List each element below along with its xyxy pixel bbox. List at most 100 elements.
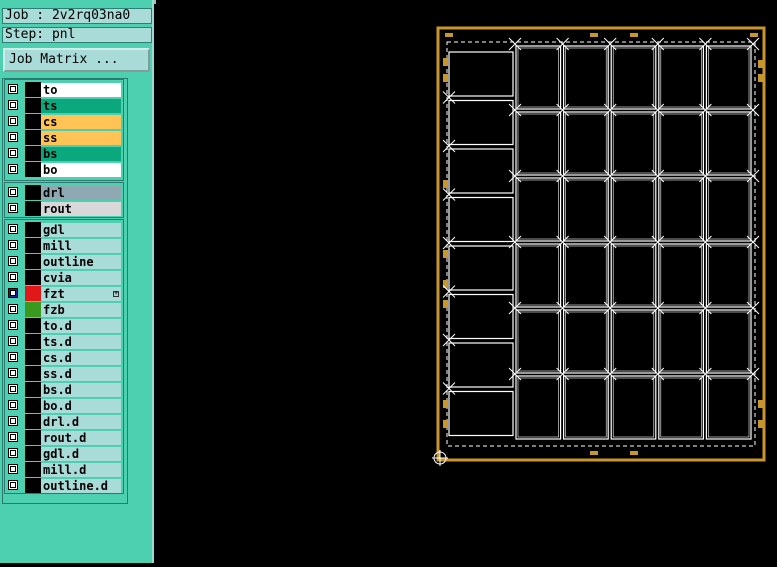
layer-name[interactable]: outline — [41, 255, 121, 269]
layer-visibility-checkbox[interactable] — [8, 203, 18, 213]
layer-name[interactable]: gdl.d — [41, 447, 121, 461]
layer-color-swatch[interactable] — [25, 130, 41, 145]
layer-color-swatch[interactable] — [25, 254, 41, 269]
layer-visibility-checkbox[interactable] — [8, 368, 18, 378]
layer-row-rout-d[interactable]: rout.d — [5, 430, 123, 446]
layer-name[interactable]: ss.d — [41, 367, 121, 381]
layer-visibility-checkbox[interactable] — [8, 448, 18, 458]
layer-name[interactable]: rout.d — [41, 431, 121, 445]
layer-name[interactable]: ts.d — [41, 335, 121, 349]
layer-visibility-checkbox[interactable] — [8, 384, 18, 394]
layer-row-cs-d[interactable]: cs.d — [5, 350, 123, 366]
layer-row-gdl[interactable]: gdl — [5, 222, 123, 238]
layer-name[interactable]: bo — [41, 163, 121, 177]
layer-name[interactable]: ss — [41, 131, 121, 145]
layer-name[interactable]: mill.d — [41, 463, 121, 477]
layer-row-ts[interactable]: ts — [5, 98, 123, 114]
layer-name[interactable]: cs — [41, 115, 121, 129]
layer-row-bo-d[interactable]: bo.d — [5, 398, 123, 414]
layer-visibility-checkbox[interactable] — [8, 187, 18, 197]
layer-row-fzt[interactable]: fzt + — [5, 286, 123, 302]
layer-name[interactable]: bs — [41, 147, 121, 161]
layer-color-swatch[interactable] — [25, 350, 41, 365]
layer-color-swatch[interactable] — [25, 446, 41, 461]
layer-name[interactable]: rout — [41, 202, 121, 216]
layer-row-outline[interactable]: outline — [5, 254, 123, 270]
layer-row-mill[interactable]: mill — [5, 238, 123, 254]
layer-name[interactable]: ts — [41, 99, 121, 113]
layer-visibility-checkbox[interactable] — [8, 480, 18, 490]
layer-visibility-checkbox[interactable] — [8, 464, 18, 474]
layer-color-swatch[interactable] — [25, 334, 41, 349]
layer-visibility-checkbox[interactable] — [8, 224, 18, 234]
layer-visibility-checkbox[interactable] — [8, 432, 18, 442]
layer-row-fzb[interactable]: fzb — [5, 302, 123, 318]
job-matrix-button[interactable]: Job Matrix ... — [3, 48, 150, 72]
layer-name[interactable]: to.d — [41, 319, 121, 333]
layer-color-swatch[interactable] — [25, 398, 41, 413]
layer-row-bo[interactable]: bo — [5, 162, 123, 178]
layer-row-ss-d[interactable]: ss.d — [5, 366, 123, 382]
layer-row-drl[interactable]: drl — [5, 185, 123, 201]
layer-visibility-checkbox[interactable] — [8, 84, 18, 94]
layer-name[interactable]: cs.d — [41, 351, 121, 365]
layer-color-swatch[interactable] — [25, 414, 41, 429]
layer-color-swatch[interactable] — [25, 270, 41, 285]
layer-color-swatch[interactable] — [25, 318, 41, 333]
layer-name[interactable]: fzt + — [41, 287, 121, 301]
layer-color-swatch[interactable] — [25, 114, 41, 129]
layer-visibility-checkbox[interactable] — [8, 416, 18, 426]
layer-name[interactable]: gdl — [41, 223, 121, 237]
layer-visibility-checkbox[interactable] — [8, 304, 18, 314]
layer-row-gdl-d[interactable]: gdl.d — [5, 446, 123, 462]
layer-row-drl-d[interactable]: drl.d — [5, 414, 123, 430]
layer-name[interactable]: drl.d — [41, 415, 121, 429]
layer-color-swatch[interactable] — [25, 201, 41, 216]
layer-visibility-checkbox[interactable] — [8, 320, 18, 330]
layer-visibility-checkbox[interactable] — [8, 256, 18, 266]
layer-color-swatch[interactable] — [25, 430, 41, 445]
layer-color-swatch[interactable] — [25, 222, 41, 237]
layer-name[interactable]: bo.d — [41, 399, 121, 413]
layer-visibility-checkbox[interactable] — [8, 400, 18, 410]
layer-row-rout[interactable]: rout — [5, 201, 123, 217]
layer-name[interactable]: outline.d — [41, 479, 121, 493]
layer-name[interactable]: to — [41, 83, 121, 97]
layer-row-outline-d[interactable]: outline.d — [5, 478, 123, 494]
layer-color-swatch[interactable] — [25, 146, 41, 161]
layer-name[interactable]: bs.d — [41, 383, 121, 397]
layer-visibility-checkbox[interactable] — [8, 148, 18, 158]
layer-color-swatch[interactable] — [25, 185, 41, 200]
layer-color-swatch[interactable] — [25, 162, 41, 177]
layer-name[interactable]: cvia — [41, 271, 121, 285]
layer-color-swatch[interactable] — [25, 462, 41, 477]
layer-row-ts-d[interactable]: ts.d — [5, 334, 123, 350]
layer-color-swatch[interactable] — [25, 478, 41, 493]
layer-name[interactable]: fzb — [41, 303, 121, 317]
layer-color-swatch[interactable] — [25, 286, 41, 301]
layer-visibility-checkbox[interactable] — [8, 240, 18, 250]
layer-visibility-checkbox[interactable] — [8, 164, 18, 174]
layer-row-cvia[interactable]: cvia — [5, 270, 123, 286]
layer-row-to[interactable]: to — [5, 82, 123, 98]
layer-color-swatch[interactable] — [25, 82, 41, 97]
layer-color-swatch[interactable] — [25, 238, 41, 253]
layer-visibility-checkbox[interactable] — [8, 116, 18, 126]
layer-row-bs[interactable]: bs — [5, 146, 123, 162]
layer-name[interactable]: mill — [41, 239, 121, 253]
layer-color-swatch[interactable] — [25, 382, 41, 397]
layer-name[interactable]: drl — [41, 186, 121, 200]
layer-color-swatch[interactable] — [25, 366, 41, 381]
layer-visibility-checkbox[interactable] — [8, 100, 18, 110]
layer-visibility-checkbox[interactable] — [8, 352, 18, 362]
layer-visibility-checkbox[interactable] — [8, 336, 18, 346]
layer-row-to-d[interactable]: to.d — [5, 318, 123, 334]
layer-row-mill-d[interactable]: mill.d — [5, 462, 123, 478]
layer-row-cs[interactable]: cs — [5, 114, 123, 130]
layer-visibility-checkbox[interactable] — [8, 132, 18, 142]
layer-row-ss[interactable]: ss — [5, 130, 123, 146]
layer-color-swatch[interactable] — [25, 98, 41, 113]
graphics-canvas[interactable] — [156, 0, 777, 563]
layer-color-swatch[interactable] — [25, 302, 41, 317]
layer-row-bs-d[interactable]: bs.d — [5, 382, 123, 398]
